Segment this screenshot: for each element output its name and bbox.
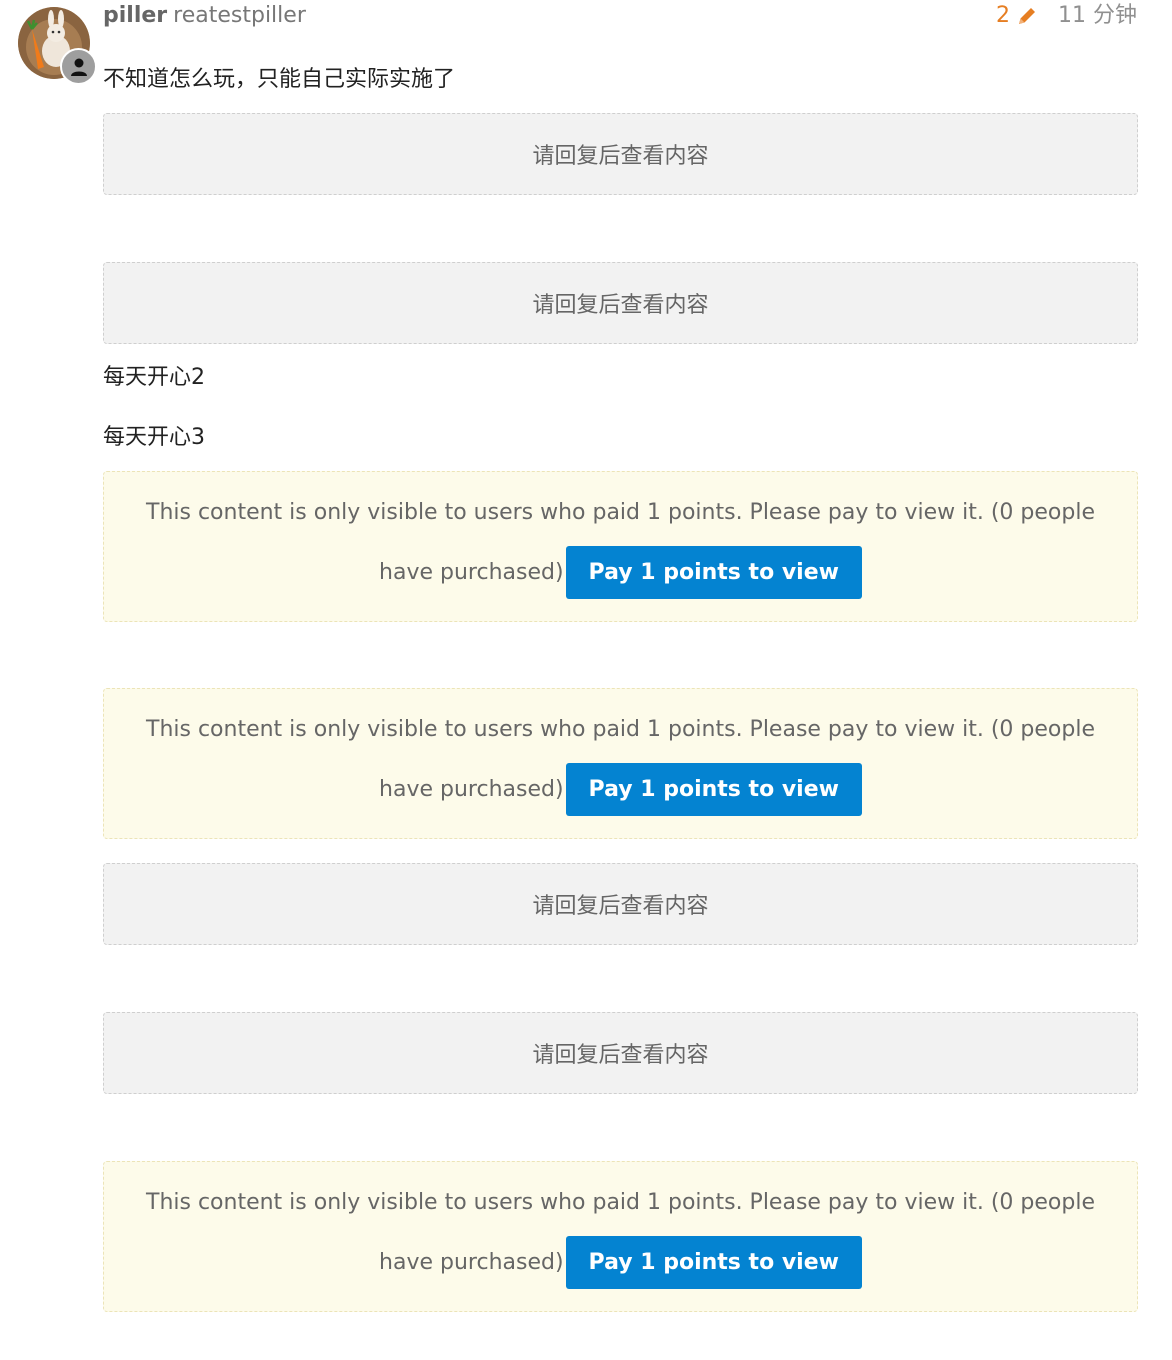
paid-content-message: This content is only visible to users wh…: [146, 500, 1095, 525]
pay-to-view-button[interactable]: Pay 1 points to view: [565, 1236, 862, 1289]
paid-content-message-end: have purchased): [379, 777, 564, 802]
reply-to-view-block: 请回复后查看内容: [103, 113, 1138, 195]
full-name-link[interactable]: reatestpiller: [173, 3, 306, 28]
edit-history-button[interactable]: 2: [996, 2, 1038, 30]
paid-content-block: This content is only visible to users wh…: [103, 471, 1138, 622]
paid-content-message-end: have purchased): [379, 560, 564, 585]
post-intro-text: 不知道怎么玩，只能自己实际实施了: [103, 67, 456, 92]
paid-content-row: have purchased) Pay 1 points to view: [104, 546, 1137, 599]
pay-to-view-button[interactable]: Pay 1 points to view: [565, 546, 862, 599]
paid-content-row: have purchased) Pay 1 points to view: [104, 763, 1137, 816]
post-author: piller reatestpiller: [103, 2, 306, 30]
paid-content-block: This content is only visible to users wh…: [103, 1161, 1138, 1312]
reply-to-view-block: 请回复后查看内容: [103, 1012, 1138, 1094]
paid-content-message: This content is only visible to users wh…: [146, 1190, 1095, 1215]
pay-to-view-button[interactable]: Pay 1 points to view: [565, 763, 862, 816]
user-status-badge: [60, 48, 97, 85]
post-paragraph: 每天开心2: [103, 365, 205, 390]
post-paragraph: 每天开心3: [103, 425, 205, 450]
post-date-link[interactable]: 11 分钟: [1058, 2, 1137, 30]
pencil-icon: [1019, 8, 1035, 24]
reply-to-view-block: 请回复后查看内容: [103, 262, 1138, 344]
paid-content-block: This content is only visible to users wh…: [103, 688, 1138, 839]
reply-to-view-block: 请回复后查看内容: [103, 863, 1138, 945]
paid-content-message: This content is only visible to users wh…: [146, 717, 1095, 742]
paid-content-row: have purchased) Pay 1 points to view: [104, 1236, 1137, 1289]
paid-content-message-end: have purchased): [379, 1250, 564, 1275]
forum-post: piller reatestpiller 2 11 分钟 不知道怎么玩，只能自己实…: [0, 0, 1172, 1360]
post-meta: 2 11 分钟: [996, 2, 1137, 30]
edit-count: 2: [996, 3, 1010, 28]
username-link[interactable]: piller: [103, 3, 167, 28]
user-icon: [70, 58, 87, 76]
